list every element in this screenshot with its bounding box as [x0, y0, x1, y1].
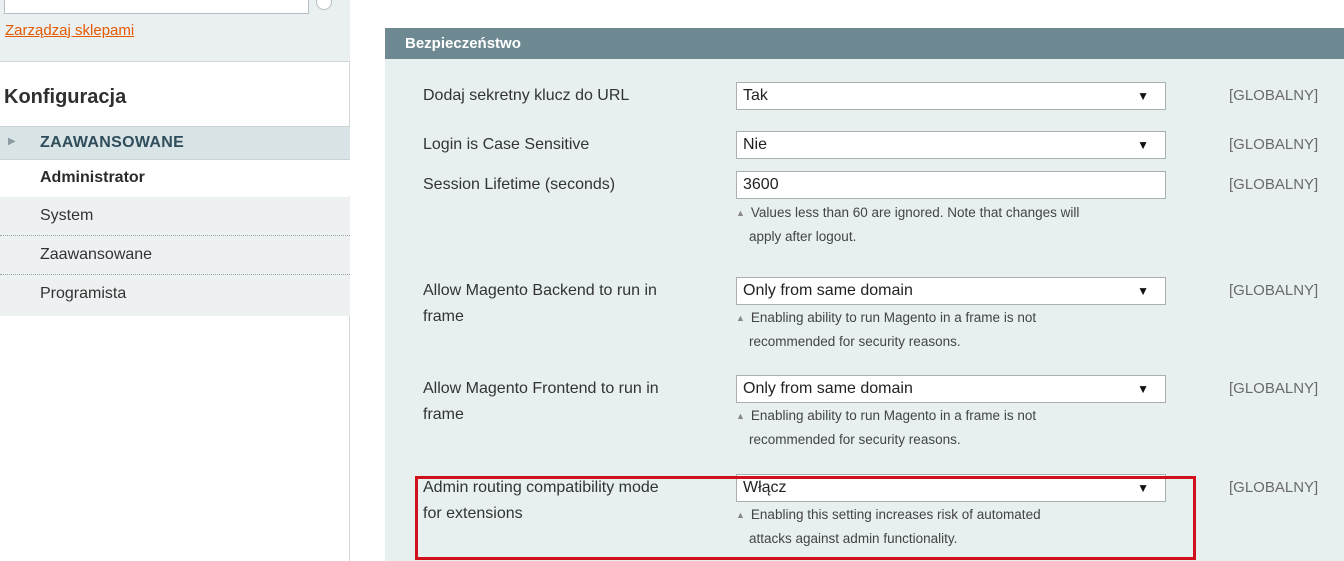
note-triangle-icon: ▲ [736, 411, 745, 421]
note-line: recommended for security reasons. [749, 432, 961, 447]
setting-label: Allow Magento Backend to run in frame [423, 278, 713, 330]
dropdown-arrow-icon: ▼ [1137, 284, 1149, 298]
select-value: Only from same domain [743, 380, 913, 397]
section-title: Bezpieczeństwo [405, 35, 521, 52]
input-value: 3600 [743, 176, 779, 193]
backend-frame-select[interactable]: Only from same domain ▼ [736, 277, 1166, 305]
field-note: ▲ Enabling ability to run Magento in a fr… [736, 306, 1186, 354]
setting-label-line: Allow Magento Backend to run in [423, 282, 657, 299]
setting-label-line: frame [423, 308, 464, 325]
sidebar-item-system[interactable]: System [0, 197, 350, 236]
setting-label: Login is Case Sensitive [423, 136, 590, 153]
sidebar-section-advanced[interactable]: ▶ ZAAWANSOWANE [0, 126, 350, 160]
sidebar-item-label: Administrator [40, 169, 145, 186]
store-switcher: Zarządzaj sklepami [0, 0, 350, 62]
sidebar-item-label: Programista [40, 285, 127, 302]
scope-label: [GLOBALNY] [1229, 282, 1319, 299]
setting-label-line: Allow Magento Frontend to run in [423, 380, 659, 397]
dropdown-arrow-icon: ▼ [1137, 89, 1149, 103]
scope-label: [GLOBALNY] [1229, 87, 1319, 104]
manage-stores-link[interactable]: Zarządzaj sklepami [5, 22, 134, 39]
section-arrow-icon: ▶ [8, 136, 16, 147]
note-triangle-icon: ▲ [736, 208, 745, 218]
sidebar: Zarządzaj sklepami Konfiguracja ▶ ZAAWAN… [0, 0, 350, 561]
note-line: recommended for security reasons. [749, 334, 961, 349]
scope-label: [GLOBALNY] [1229, 479, 1319, 496]
secret-key-select[interactable]: Tak ▼ [736, 82, 1166, 110]
help-icon[interactable] [316, 0, 332, 10]
setting-label: Session Lifetime (seconds) [423, 176, 616, 193]
sidebar-item-label: System [40, 207, 94, 224]
sidebar-item-administrator[interactable]: Administrator [0, 160, 350, 196]
field-note: ▲ Values less than 60 are ignored. Note t… [736, 201, 1186, 249]
select-value: Nie [743, 136, 768, 153]
scope-label: [GLOBALNY] [1229, 136, 1319, 153]
note-line: apply after logout. [749, 229, 857, 244]
dropdown-arrow-icon: ▼ [1137, 382, 1149, 396]
sidebar-item-label: Zaawansowane [40, 246, 153, 263]
select-value: Tak [743, 87, 768, 104]
store-scope-select[interactable] [4, 0, 309, 14]
dropdown-arrow-icon: ▼ [1137, 138, 1149, 152]
select-value: Only from same domain [743, 282, 913, 299]
scope-label: [GLOBALNY] [1229, 176, 1319, 193]
setting-label: Dodaj sekretny klucz do URL [423, 87, 630, 104]
sidebar-section-label: ZAAWANSOWANE [40, 134, 185, 151]
sidebar-item-developer[interactable]: Programista [0, 275, 350, 316]
setting-label: Allow Magento Frontend to run in frame [423, 376, 713, 428]
note-line: Enabling ability to run Magento in a fra… [750, 408, 1037, 423]
sidebar-item-advanced[interactable]: Zaawansowane [0, 236, 350, 275]
security-section-header[interactable]: Bezpieczeństwo [385, 28, 1344, 59]
note-line: Enabling ability to run Magento in a fra… [750, 310, 1037, 325]
note-triangle-icon: ▲ [736, 313, 745, 323]
scope-label: [GLOBALNY] [1229, 380, 1319, 397]
frontend-frame-select[interactable]: Only from same domain ▼ [736, 375, 1166, 403]
session-lifetime-input[interactable]: 3600 [736, 171, 1166, 199]
highlight-box [415, 476, 1196, 560]
config-title: Konfiguracja [4, 86, 127, 108]
login-case-select[interactable]: Nie ▼ [736, 131, 1166, 159]
field-note: ▲ Enabling ability to run Magento in a fr… [736, 404, 1186, 452]
note-line: Values less than 60 are ignored. Note th… [750, 205, 1080, 220]
setting-label-line: frame [423, 406, 464, 423]
